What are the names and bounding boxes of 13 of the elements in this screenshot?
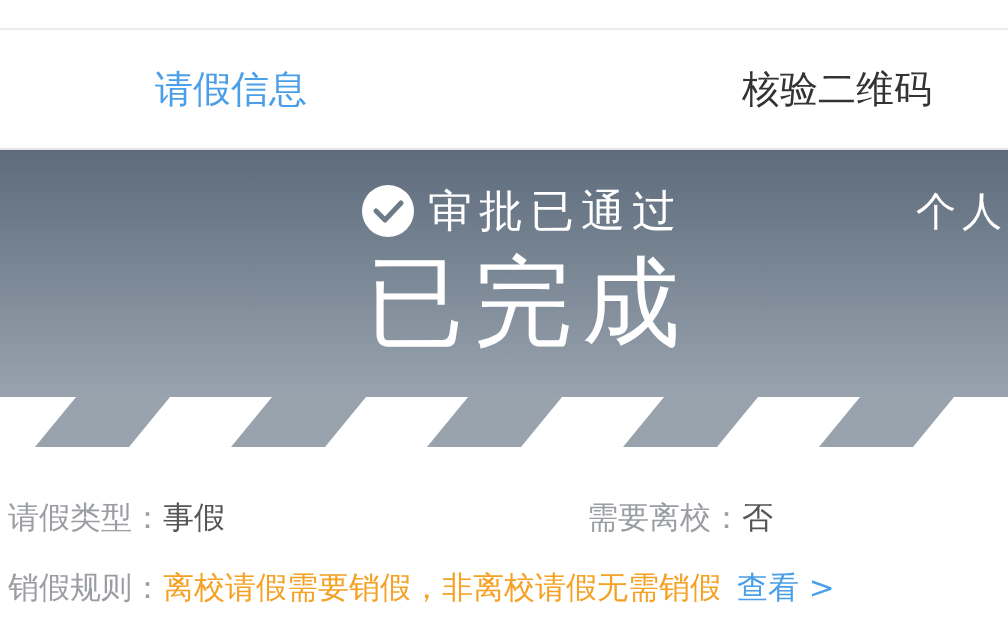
field-value: 否 (742, 498, 773, 537)
tab[interactable]: 核验二维码 (742, 63, 932, 115)
side-text: 个人 (916, 186, 1008, 236)
field-label: 请假类型： (8, 498, 163, 537)
field-label: 需要离校： (587, 498, 742, 537)
approval-status: 审批已通过 (428, 183, 683, 238)
field-value: 事假 (163, 498, 225, 537)
tab[interactable]: 请假信息 (155, 63, 307, 115)
check-circle-icon (362, 185, 414, 237)
rule-text: 离校请假需要销假，非离校请假无需销假 (163, 568, 721, 607)
status-title: 已完成 (366, 247, 690, 357)
view-link[interactable]: 查看 > (737, 567, 835, 609)
field-label: 销假规则： (8, 568, 163, 607)
